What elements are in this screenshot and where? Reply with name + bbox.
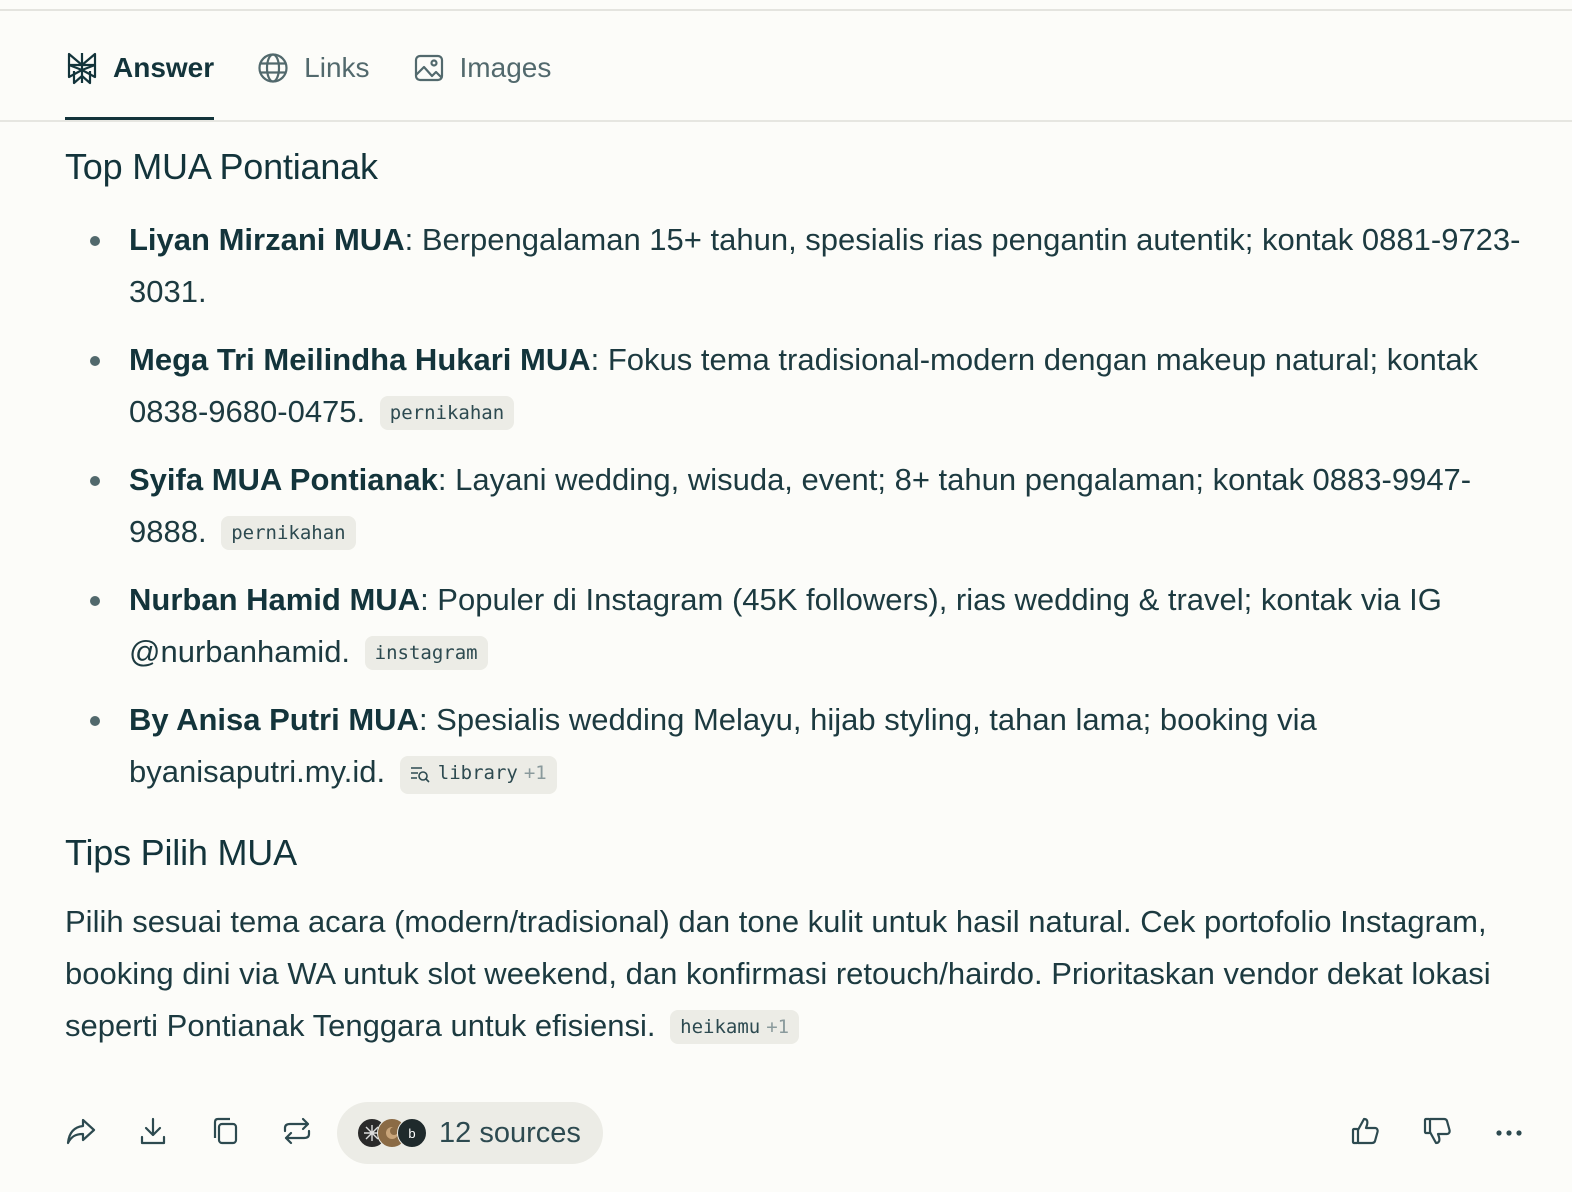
tab-links[interactable]: Links xyxy=(256,40,370,96)
share-icon xyxy=(66,1117,96,1150)
thumbs-up-button[interactable] xyxy=(1343,1111,1387,1155)
list-item: By Anisa Putri MUA: Spesialis wedding Me… xyxy=(65,694,1545,798)
share-button[interactable] xyxy=(59,1111,103,1155)
list-item: Syifa MUA Pontianak: Layani wedding, wis… xyxy=(65,454,1545,558)
source-avatars: b xyxy=(357,1118,427,1148)
tab-divider xyxy=(0,120,1572,122)
list-item: Nurban Hamid MUA: Populer di Instagram (… xyxy=(65,574,1545,678)
mua-name: Syifa MUA Pontianak xyxy=(129,462,438,497)
thumbs-down-icon xyxy=(1422,1116,1452,1151)
rewrite-button[interactable] xyxy=(275,1111,319,1155)
citation-chip[interactable]: library +1 xyxy=(399,756,557,794)
tips-paragraph: Pilih sesuai tema acara (modern/tradisio… xyxy=(65,896,1525,1052)
citation-count: +1 xyxy=(523,762,547,784)
thumbs-up-icon xyxy=(1350,1116,1380,1151)
perplexity-logo-icon xyxy=(65,51,99,85)
source-avatar: b xyxy=(397,1118,427,1148)
mua-name: Liyan Mirzani MUA xyxy=(129,222,405,257)
citation-chip[interactable]: heikamu +1 xyxy=(670,1010,800,1044)
mua-name: Mega Tri Meilindha Hukari MUA xyxy=(129,342,591,377)
mua-name: Nurban Hamid MUA xyxy=(129,582,421,617)
library-search-icon xyxy=(410,760,430,794)
tab-images[interactable]: Images xyxy=(412,40,552,96)
section-heading-top-mua: Top MUA Pontianak xyxy=(65,146,378,187)
tab-bar: Answer Links Images xyxy=(65,40,593,122)
section-heading-tips: Tips Pilih MUA xyxy=(65,832,297,873)
citation-label: library xyxy=(437,762,518,784)
rewrite-icon xyxy=(282,1117,312,1150)
tab-answer[interactable]: Answer xyxy=(65,40,215,121)
copy-button[interactable] xyxy=(203,1111,247,1155)
top-border xyxy=(0,0,1572,11)
download-button[interactable] xyxy=(131,1111,175,1155)
more-icon xyxy=(1495,1124,1523,1142)
mua-name: By Anisa Putri MUA xyxy=(129,702,419,737)
list-item: Liyan Mirzani MUA: Berpengalaman 15+ tah… xyxy=(65,214,1545,318)
copy-icon xyxy=(211,1116,239,1151)
citation-count: +1 xyxy=(766,1016,790,1038)
tab-answer-label: Answer xyxy=(113,52,215,83)
thumbs-down-button[interactable] xyxy=(1415,1111,1459,1155)
list-item: Mega Tri Meilindha Hukari MUA: Fokus tem… xyxy=(65,334,1545,438)
image-icon xyxy=(412,51,446,85)
answer-action-bar: b 12 sources xyxy=(0,1100,1572,1166)
sources-label: 12 sources xyxy=(439,1116,581,1149)
more-options-button[interactable] xyxy=(1487,1111,1531,1155)
citation-chip[interactable]: instagram xyxy=(364,636,488,670)
citation-label: heikamu xyxy=(680,1016,761,1038)
tab-images-label: Images xyxy=(459,52,552,83)
sources-button[interactable]: b 12 sources xyxy=(337,1102,603,1164)
tab-links-label: Links xyxy=(304,52,370,83)
mua-list: Liyan Mirzani MUA: Berpengalaman 15+ tah… xyxy=(65,214,1545,814)
download-icon xyxy=(139,1116,167,1151)
citation-chip[interactable]: pernikahan xyxy=(379,396,515,430)
globe-icon xyxy=(256,51,290,85)
citation-chip[interactable]: pernikahan xyxy=(221,516,356,550)
